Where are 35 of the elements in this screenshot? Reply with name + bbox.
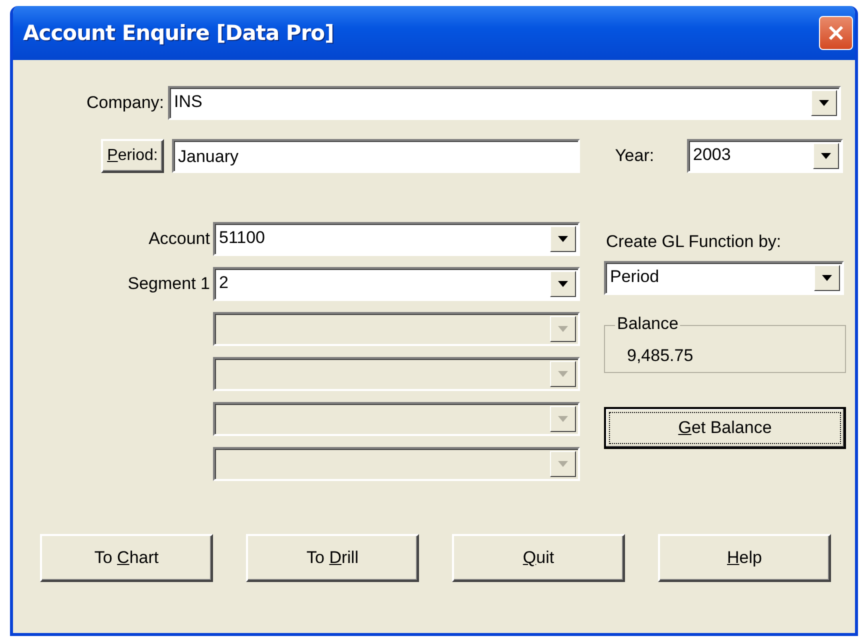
segment-combo[interactable]: 51100 xyxy=(213,222,580,256)
period-field[interactable]: January xyxy=(172,139,580,173)
dialog-button[interactable]: To Drill xyxy=(246,534,419,582)
caret-icon xyxy=(819,100,829,106)
dropdown-button[interactable] xyxy=(813,143,839,169)
company-combo[interactable]: INS xyxy=(168,86,841,120)
segment-label: Segment 1 xyxy=(126,274,210,294)
window-title: Account Enquire [Data Pro] xyxy=(23,21,334,45)
close-button[interactable] xyxy=(819,16,853,50)
caret-icon xyxy=(558,461,568,467)
caret-icon xyxy=(558,281,568,287)
function-label: Create GL Function by: xyxy=(606,232,782,252)
close-icon xyxy=(827,24,845,42)
company-label: Company: xyxy=(86,93,164,113)
caret-icon xyxy=(558,236,568,242)
caret-icon xyxy=(821,153,831,159)
dropdown-button[interactable] xyxy=(814,265,840,291)
dropdown-button[interactable] xyxy=(550,226,576,252)
dialog-button[interactable]: To Chart xyxy=(40,534,213,582)
caret-icon xyxy=(822,275,832,281)
segment-label: Account xyxy=(148,229,210,249)
period-button[interactable]: Period: xyxy=(101,139,164,173)
dialog-button[interactable]: Quit xyxy=(452,534,625,582)
year-combo[interactable]: 2003 xyxy=(687,139,843,173)
year-label: Year: xyxy=(615,146,656,166)
get-balance-button[interactable]: Get Balance xyxy=(604,407,846,449)
balance-value: 9,485.75 xyxy=(627,346,694,366)
dropdown-button[interactable] xyxy=(811,90,837,116)
caret-icon xyxy=(558,416,568,422)
dropdown-button[interactable] xyxy=(550,271,576,297)
function-combo[interactable]: Period xyxy=(604,261,844,295)
segment-combo[interactable]: 2 xyxy=(213,267,580,301)
caret-icon xyxy=(558,326,568,332)
dialog-button[interactable]: Help xyxy=(658,534,831,582)
caret-icon xyxy=(558,371,568,377)
